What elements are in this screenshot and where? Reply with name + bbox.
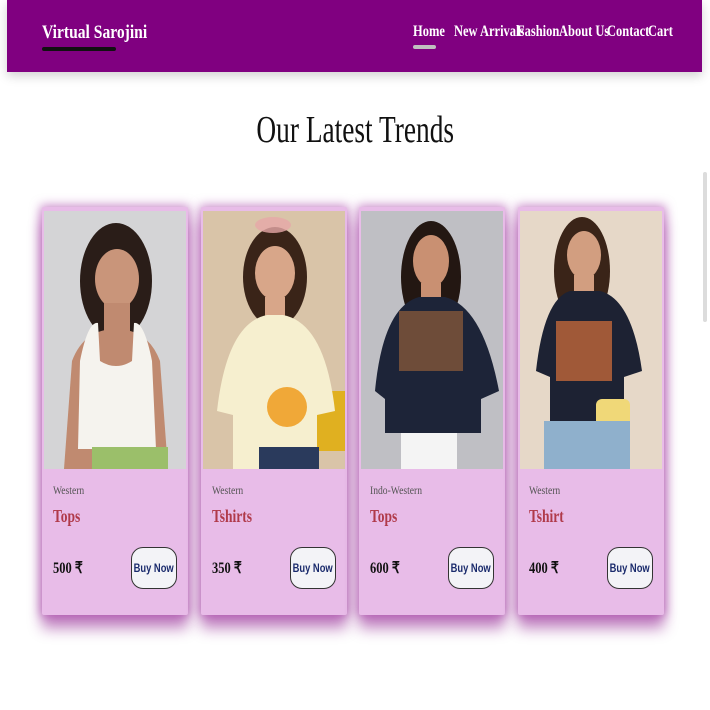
buy-now-button[interactable]: Buy Now xyxy=(448,547,494,589)
product-image xyxy=(44,211,186,469)
product-category: Western xyxy=(53,483,85,497)
product-image xyxy=(520,211,662,469)
nav-link-cart[interactable]: Cart xyxy=(648,23,673,41)
product-price: 400 ₹ xyxy=(529,560,559,577)
page-scrollbar[interactable] xyxy=(703,172,707,322)
product-price: 350 ₹ xyxy=(212,560,242,577)
product-card: Indo-Western Tops 600 ₹ Buy Now xyxy=(359,207,505,615)
product-category: Indo-Western xyxy=(370,483,423,497)
product-category: Western xyxy=(212,483,244,497)
product-category: Western xyxy=(529,483,561,497)
nav-link-contact[interactable]: Contact xyxy=(607,23,649,41)
nav-link-fashion[interactable]: Fashion xyxy=(517,23,559,41)
nav-link-about-us[interactable]: About Us xyxy=(559,23,609,41)
nav-active-indicator xyxy=(413,45,436,49)
product-card: Western Tshirts 350 ₹ Buy Now xyxy=(201,207,347,615)
brand-underline xyxy=(42,47,116,51)
nav-link-new-arrivals[interactable]: New Arrivals xyxy=(454,23,524,41)
product-price: 600 ₹ xyxy=(370,560,400,577)
product-name[interactable]: Tops xyxy=(53,506,80,527)
product-card: Western Tops 500 ₹ Buy Now xyxy=(42,207,188,615)
product-name[interactable]: Tshirt xyxy=(529,506,564,527)
brand-logo[interactable]: Virtual Sarojini xyxy=(42,22,147,44)
product-price: 500 ₹ xyxy=(53,560,83,577)
buy-now-button[interactable]: Buy Now xyxy=(131,547,177,589)
product-card: Western Tshirt 400 ₹ Buy Now xyxy=(518,207,664,615)
section-title: Our Latest Trends xyxy=(256,109,454,151)
product-image xyxy=(203,211,345,469)
product-name[interactable]: Tops xyxy=(370,506,397,527)
buy-now-button[interactable]: Buy Now xyxy=(607,547,653,589)
product-image xyxy=(361,211,503,469)
buy-now-button[interactable]: Buy Now xyxy=(290,547,336,589)
nav-link-home[interactable]: Home xyxy=(413,23,445,41)
product-name[interactable]: Tshirts xyxy=(212,506,252,527)
